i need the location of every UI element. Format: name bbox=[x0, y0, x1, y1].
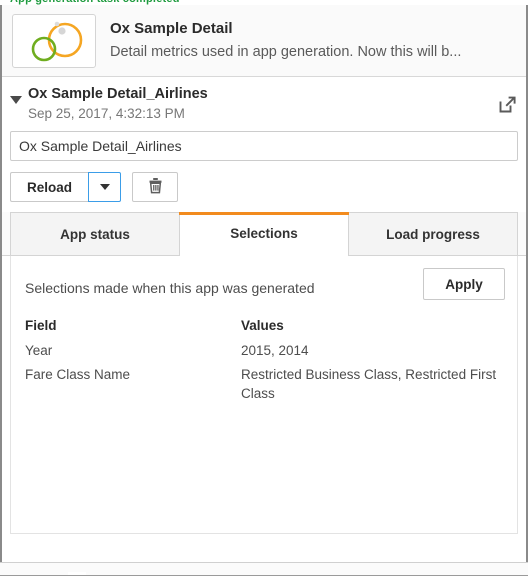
cell-field: Fare Class Name bbox=[25, 367, 131, 382]
caret-down-icon bbox=[99, 184, 110, 190]
table-header-row: Field Values bbox=[25, 318, 505, 341]
selections-table: Field Values Year 2015, 2014 Fare Class … bbox=[25, 318, 505, 408]
footer-notch bbox=[68, 572, 86, 575]
reload-button[interactable]: Reload bbox=[10, 172, 89, 202]
trash-icon bbox=[147, 176, 164, 198]
task-header: Ox Sample Detail_Airlines Sep 25, 2017, … bbox=[2, 77, 526, 129]
cell-values: Restricted Business Class, Restricted Fi… bbox=[241, 367, 497, 401]
reload-split-button: Reload bbox=[10, 172, 122, 202]
task-name-input-row bbox=[2, 129, 526, 161]
tab-strip: App status Selections Load progress bbox=[2, 212, 526, 256]
reload-dropdown-toggle[interactable] bbox=[88, 172, 122, 202]
apply-button[interactable]: Apply bbox=[423, 268, 505, 300]
task-name-input[interactable] bbox=[10, 131, 518, 161]
tab-selections[interactable]: Selections bbox=[179, 212, 349, 256]
open-in-new-window-icon[interactable] bbox=[494, 91, 520, 117]
delete-task-button[interactable] bbox=[132, 172, 179, 202]
task-action-row: Reload bbox=[2, 161, 526, 212]
task-timestamp: Sep 25, 2017, 4:32:13 PM bbox=[28, 106, 185, 121]
tab-load-progress[interactable]: Load progress bbox=[349, 212, 518, 255]
column-header-values: Values bbox=[241, 318, 284, 333]
cell-values: 2015, 2014 bbox=[241, 343, 309, 358]
table-row: Year 2015, 2014 bbox=[25, 341, 505, 365]
column-header-field: Field bbox=[25, 318, 57, 333]
table-row: Fare Class Name Restricted Business Clas… bbox=[25, 365, 505, 408]
app-description: Detail metrics used in app generation. N… bbox=[110, 43, 462, 60]
qlik-app-thumbnail-icon bbox=[13, 15, 95, 67]
app-header: Ox Sample Detail Detail metrics used in … bbox=[2, 5, 526, 77]
task-name-label: Ox Sample Detail_Airlines bbox=[28, 86, 208, 102]
selections-tab-panel: Selections made when this app was genera… bbox=[10, 256, 518, 534]
app-thumbnail bbox=[12, 13, 96, 68]
app-title: Ox Sample Detail bbox=[110, 19, 233, 37]
chevron-down-icon[interactable] bbox=[10, 96, 22, 104]
cell-field: Year bbox=[25, 343, 53, 358]
window-body: Ox Sample Detail Detail metrics used in … bbox=[2, 5, 526, 562]
tab-app-status[interactable]: App status bbox=[10, 212, 180, 255]
window-footer-strip bbox=[0, 562, 528, 576]
app-header-text: Ox Sample Detail Detail metrics used in … bbox=[110, 19, 461, 63]
app-generation-task-window: App generation task completed Ox Sample … bbox=[0, 0, 528, 576]
